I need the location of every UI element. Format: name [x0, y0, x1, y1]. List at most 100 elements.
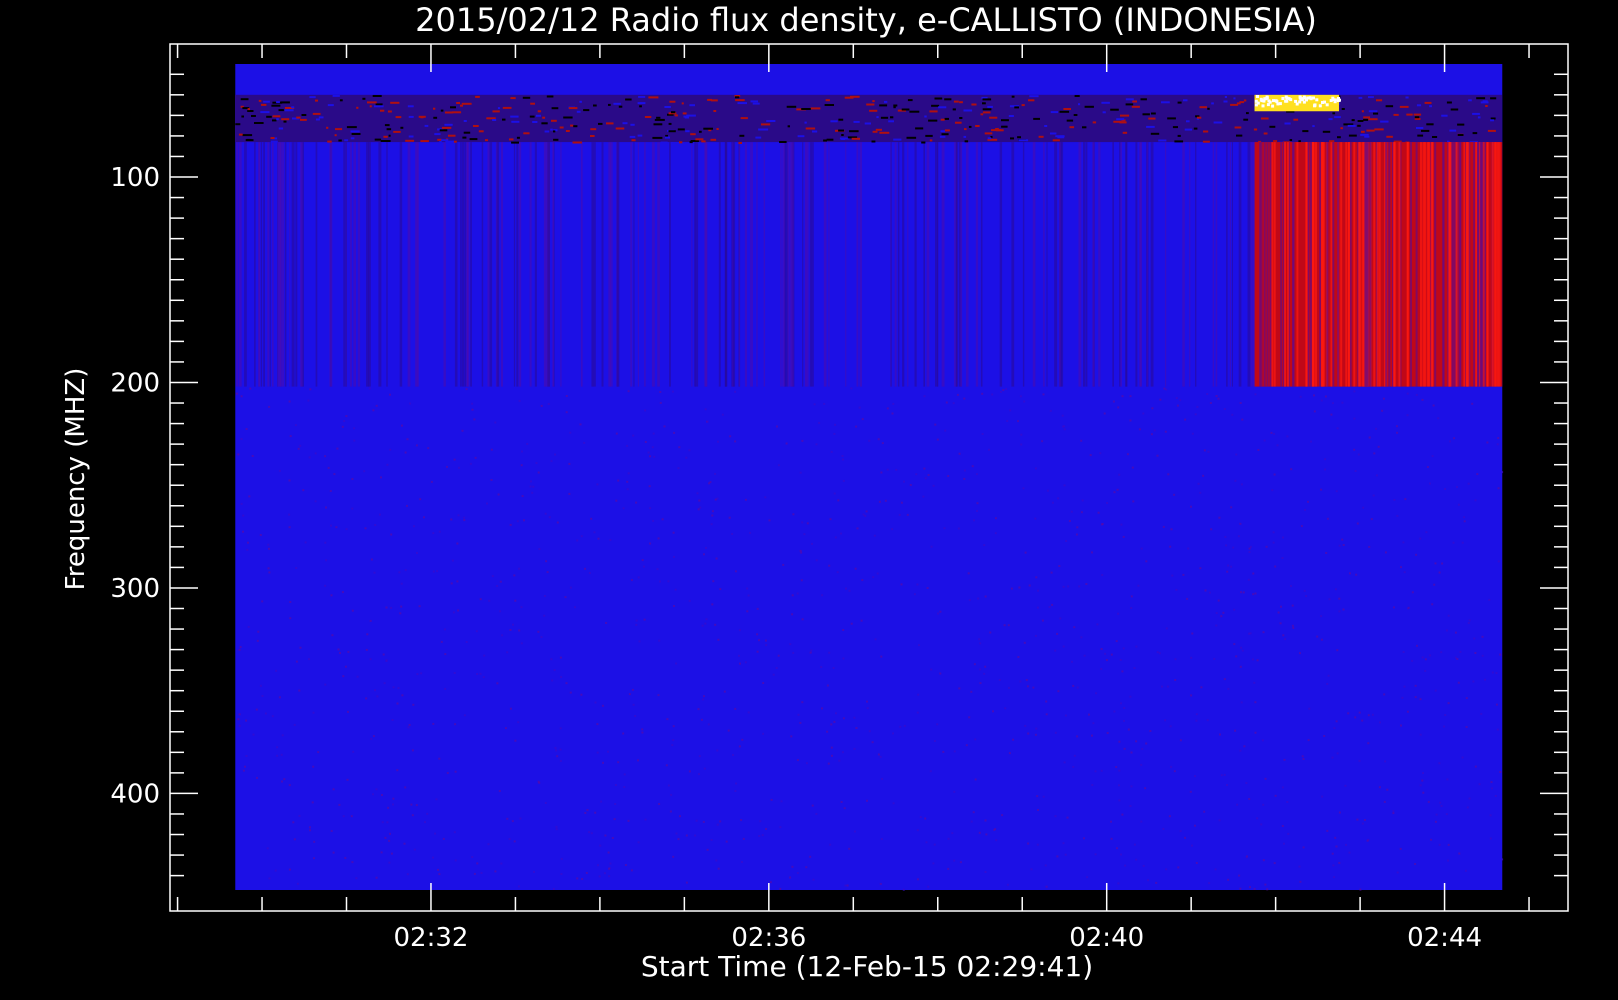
noise-speck — [427, 447, 430, 450]
noise-speck — [1005, 388, 1008, 390]
rfi-speck — [573, 125, 578, 128]
noise-speck — [828, 651, 831, 654]
noise-speck — [1430, 838, 1433, 841]
noise-speck — [1461, 756, 1464, 759]
noise-speck — [932, 484, 935, 487]
noise-speck — [666, 718, 669, 721]
noise-speck — [1045, 713, 1048, 716]
noise-speck — [623, 773, 626, 776]
streak-line — [1085, 142, 1088, 387]
noise-speck — [559, 748, 562, 751]
noise-speck — [454, 723, 457, 726]
noise-speck — [1191, 632, 1194, 635]
noise-speck — [1076, 735, 1079, 738]
noise-speck — [958, 452, 961, 455]
noise-speck — [1190, 656, 1193, 659]
noise-speck — [1421, 656, 1424, 659]
streak-line — [1165, 142, 1167, 387]
noise-speck — [238, 724, 241, 727]
streak-line — [580, 142, 583, 387]
rfi-speck — [469, 138, 478, 141]
rfi-speck — [240, 98, 249, 101]
noise-speck — [673, 431, 676, 434]
noise-speck — [1173, 770, 1176, 773]
noise-speck — [744, 661, 747, 664]
noise-speck — [1099, 452, 1102, 455]
noise-speck — [1334, 836, 1337, 839]
rfi-speck — [871, 140, 876, 143]
noise-speck — [298, 814, 301, 817]
rfi-speck — [351, 133, 361, 135]
noise-speck — [1320, 488, 1323, 491]
rfi-speck — [510, 115, 519, 118]
noise-speck — [1431, 455, 1434, 458]
noise-speck — [1313, 410, 1316, 413]
noise-speck — [380, 851, 383, 854]
rfi-speck — [1298, 140, 1301, 143]
rfi-speck — [511, 120, 520, 123]
noise-speck — [1025, 679, 1028, 682]
noise-speck — [568, 492, 571, 495]
rfi-speck — [701, 140, 706, 143]
noise-speck — [801, 701, 804, 704]
noise-speck — [797, 713, 800, 716]
rfi-speck — [463, 131, 471, 134]
noise-speck — [1444, 488, 1446, 490]
noise-speck — [312, 765, 315, 768]
noise-speck — [1271, 489, 1274, 492]
rfi-speck — [541, 122, 548, 125]
noise-speck — [968, 599, 971, 602]
rfi-speck — [1424, 101, 1432, 104]
noise-speck — [1035, 576, 1038, 579]
noise-speck — [261, 600, 264, 603]
noise-speck — [552, 888, 555, 890]
rfi-speck — [1211, 102, 1214, 105]
noise-speck — [635, 619, 638, 622]
noise-speck — [499, 610, 502, 613]
noise-speck — [509, 523, 512, 526]
noise-speck — [1199, 567, 1202, 570]
rfi-speck — [492, 119, 497, 121]
noise-speck — [1304, 508, 1306, 511]
noise-speck — [1194, 824, 1196, 827]
burst-streak — [1263, 142, 1266, 387]
noise-speck — [482, 676, 485, 679]
rfi-speck — [309, 96, 316, 99]
noise-speck — [288, 868, 291, 871]
rfi-speck — [1416, 104, 1422, 107]
noise-speck — [667, 784, 670, 787]
noise-speck — [1034, 517, 1037, 520]
rfi-speck — [1010, 137, 1014, 140]
noise-speck — [1135, 645, 1138, 648]
rfi-speck — [893, 106, 896, 109]
noise-speck — [772, 673, 775, 676]
rfi-speck — [338, 139, 342, 142]
streak-line — [859, 142, 862, 387]
noise-speck — [511, 820, 514, 823]
rfi-speck — [921, 141, 926, 144]
noise-speck — [983, 672, 986, 675]
noise-speck — [769, 881, 772, 884]
noise-speck — [372, 409, 375, 412]
rfi-speck — [1193, 127, 1198, 130]
noise-speck — [608, 867, 611, 870]
noise-speck — [846, 884, 849, 887]
rfi-speck — [1243, 99, 1247, 102]
noise-speck — [853, 716, 856, 719]
rfi-speck — [405, 139, 415, 142]
noise-speck — [1382, 397, 1385, 400]
noise-speck — [1171, 574, 1174, 577]
burst-core-speck — [1295, 102, 1299, 106]
noise-speck — [555, 828, 558, 831]
burst-streak — [1309, 142, 1312, 387]
noise-speck — [792, 513, 795, 516]
noise-speck — [704, 622, 707, 625]
noise-speck — [1091, 734, 1093, 737]
noise-speck — [1159, 398, 1162, 401]
noise-speck — [289, 435, 292, 438]
noise-speck — [731, 533, 734, 535]
noise-speck — [1135, 858, 1138, 861]
noise-speck — [1336, 427, 1339, 430]
streak-line — [272, 142, 274, 387]
noise-speck — [677, 838, 680, 841]
